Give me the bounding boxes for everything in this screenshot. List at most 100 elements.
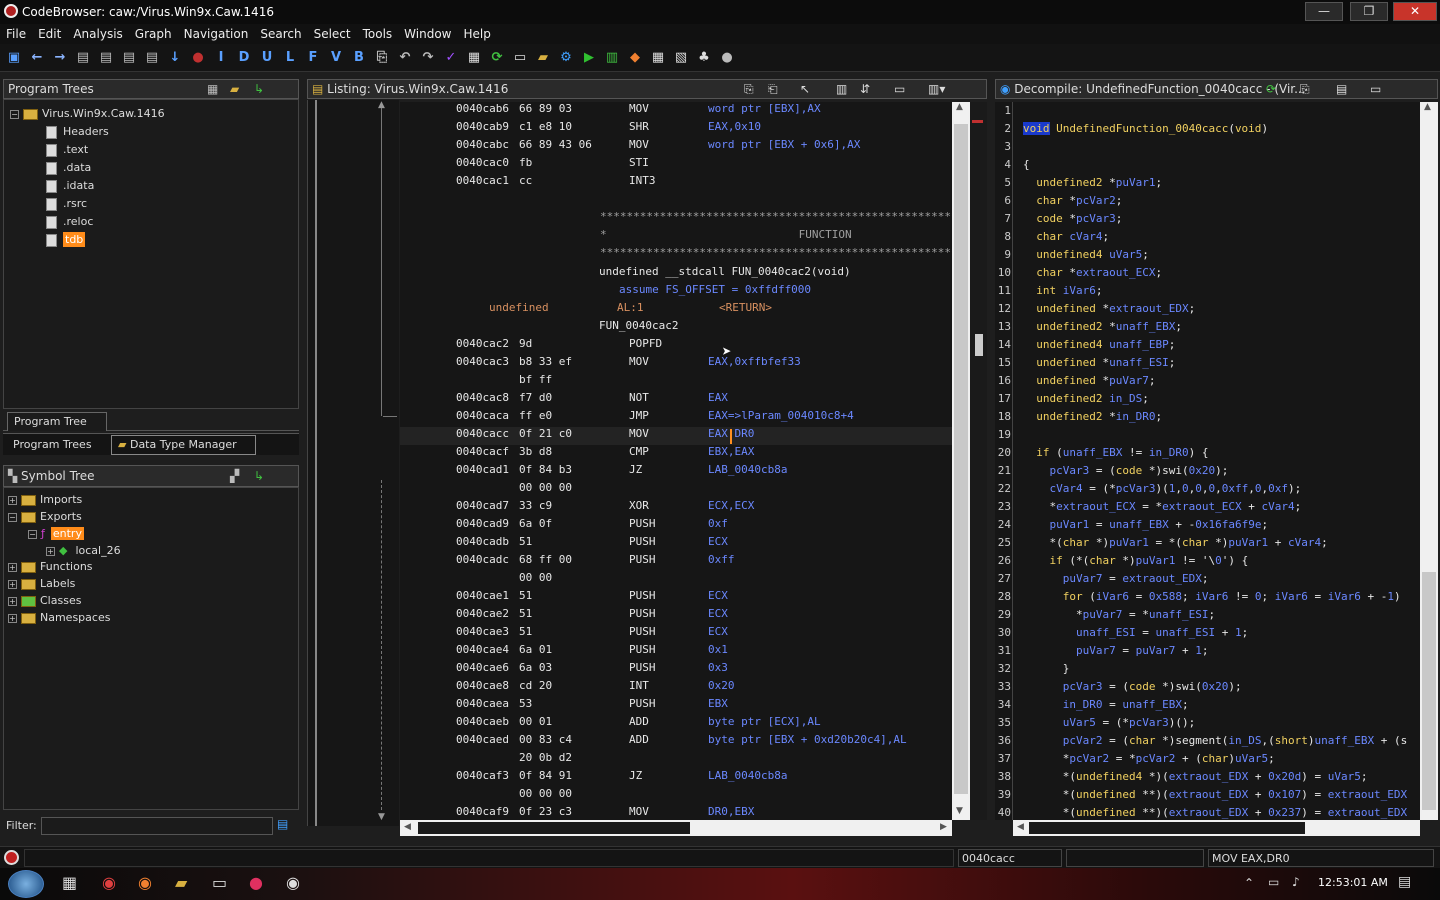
refresh-icon[interactable]: ⟳ [487,50,507,65]
tab-data-type-manager[interactable]: ▰ Data Type Manager [111,435,256,455]
toolbar-b-button[interactable]: B [349,50,369,65]
toolbar-l-button[interactable]: L [280,50,300,65]
minimize-button[interactable]: — [1305,2,1343,21]
network-icon[interactable]: ▭ [1268,875,1279,889]
menu-file[interactable]: File [0,27,32,41]
menu-graph[interactable]: Graph [129,27,178,41]
expand-icon[interactable]: + [8,613,17,623]
tab-program-trees[interactable]: Program Trees [7,436,111,455]
expand-icon[interactable]: + [8,495,17,505]
symbol-namespaces[interactable]: + Namespaces [8,609,110,626]
decompile-view[interactable]: 1 2 void UndefinedFunction_0040cacc(void) 3… [995,102,1420,820]
decompile-vscroll[interactable]: ▲ [1420,102,1438,820]
scroll-up-icon[interactable]: ▲ [1424,102,1431,112]
symbol-merge-icon[interactable]: ↳ [254,466,264,486]
symbol-local[interactable]: + ◆ local_26 [46,542,121,559]
back-arrow-icon[interactable]: ← [27,50,47,65]
expand-icon[interactable]: + [8,596,17,606]
chrome-icon[interactable]: ◉ [102,873,116,892]
folder-open-icon[interactable]: ▰ [230,80,239,98]
calc-icon[interactable]: ▦ [464,50,484,65]
decompile-hscroll[interactable]: ◀ [1013,820,1420,836]
tree-create-icon[interactable]: ▦ [207,80,218,98]
close-button[interactable]: ✕ [1393,2,1437,21]
collapse-icon[interactable]: − [10,109,19,119]
disassemble-icon[interactable]: ↓ [165,50,185,65]
filter-options-icon[interactable]: ▤ [277,817,288,831]
tree-item-text[interactable]: .text [46,141,88,159]
listing-vscroll[interactable]: ▲ ▼ [952,102,970,820]
scroll-left-icon[interactable]: ◀ [1017,822,1024,832]
expand-icon[interactable]: + [46,546,55,556]
field-icon[interactable]: ▥ [836,80,847,98]
start-button[interactable] [8,870,44,898]
collapse-icon[interactable]: − [28,529,37,539]
collapse-icon[interactable]: − [8,512,17,522]
explorer-icon[interactable]: ▰ [175,873,187,892]
filter-input[interactable] [41,817,273,835]
listing-vscroll-thumb[interactable] [954,124,968,794]
ghidra-taskbar-icon[interactable]: ◉ [286,873,300,892]
forward-arrow-icon[interactable]: → [50,50,70,65]
merge-icon[interactable]: ↳ [254,80,264,98]
firefox-icon[interactable]: ◉ [138,873,152,892]
redo-icon[interactable]: ↷ [418,50,438,65]
listing-view[interactable]: 0040cab6 66 89 03 MOV word ptr [EBX],AX 0040… [400,102,952,820]
toolbar-u-button[interactable]: U [257,50,277,65]
toolbar-v-button[interactable]: V [326,50,346,65]
menu-analysis[interactable]: Analysis [67,27,128,41]
symbol-classes[interactable]: + Classes [8,592,81,609]
decompile-vscroll-thumb[interactable] [1422,572,1436,810]
tree-item-rsrc[interactable]: .rsrc [46,195,87,213]
paste-icon[interactable]: ⎗ [768,80,778,98]
namespace-icon[interactable]: ▞ [230,466,239,486]
memory-icon[interactable]: ▥ [602,50,622,65]
folder-icon[interactable]: ▰ [533,50,553,65]
tree-item-reloc[interactable]: .reloc [46,213,93,231]
play-icon[interactable]: ▶ [579,50,599,65]
tree-item-tdb[interactable]: tdb [46,231,86,249]
menu-tools[interactable]: Tools [357,27,399,41]
toolbar-d-button[interactable]: D [234,50,254,65]
snapshot-icon[interactable]: ▭ [1370,80,1381,98]
scroll-left-icon[interactable]: ◀ [404,822,411,832]
menu-navigation[interactable]: Navigation [178,27,255,41]
scroll-down-icon[interactable]: ▼ [956,806,963,816]
stop-icon[interactable]: ● [188,50,208,65]
tab-program-tree[interactable]: Program Tree [7,412,107,431]
clock[interactable]: 12:53:01 AM [1318,876,1388,889]
symbol-exports[interactable]: − Exports [8,508,82,525]
menu-help[interactable]: Help [458,27,497,41]
export-icon[interactable]: ▤ [1336,80,1347,98]
maximize-button[interactable]: ❐ [1350,2,1388,21]
symbol-functions[interactable]: + Functions [8,558,93,575]
symbol-entry[interactable]: − ƒ entry [28,525,84,542]
terminal-icon[interactable]: ▭ [212,873,227,892]
listing-overview-bar[interactable] [970,102,987,820]
help-icon[interactable]: ● [717,50,737,65]
window-icon[interactable]: ▭ [510,50,530,65]
scroll-right-icon[interactable]: ▶ [940,822,947,832]
tree-root[interactable]: − Virus.Win9x.Caw.1416 [10,105,165,123]
save-icon[interactable]: ▣ [4,50,24,65]
expand-icon[interactable]: + [8,562,17,572]
tree-item-headers[interactable]: Headers [46,123,109,141]
layout-icon[interactable]: ▥▾ [928,80,945,98]
tree-icon[interactable]: ♣ [694,50,714,65]
undo-icon[interactable]: ↶ [395,50,415,65]
image-icon[interactable]: ▧ [671,50,691,65]
task-view-icon[interactable]: ▦ [62,873,77,892]
page-icon-4[interactable]: ▤ [142,50,162,65]
menu-select[interactable]: Select [308,27,357,41]
check-icon[interactable]: ✓ [441,50,461,65]
symbol-labels[interactable]: + Labels [8,575,75,592]
page-icon-3[interactable]: ▤ [119,50,139,65]
gear-icon[interactable]: ⚙ [556,50,576,65]
menu-window[interactable]: Window [398,27,457,41]
table-icon[interactable]: ▦ [648,50,668,65]
menu-search[interactable]: Search [254,27,307,41]
menu-edit[interactable]: Edit [32,27,67,41]
snapshot-icon[interactable]: ▭ [894,80,905,98]
refresh-icon[interactable]: ⟳ [1266,80,1276,98]
tree-item-data[interactable]: .data [46,159,91,177]
